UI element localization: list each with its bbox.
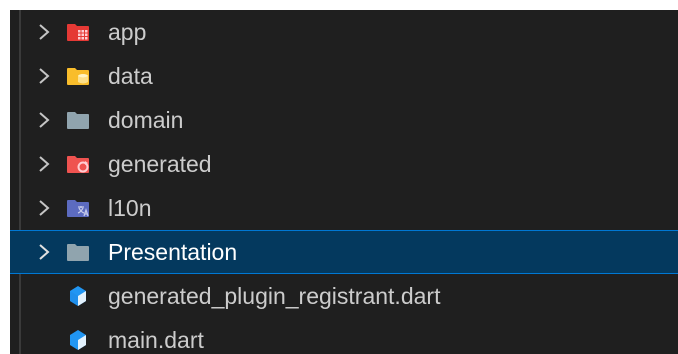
tree-item-label: app xyxy=(108,18,147,45)
generated-folder-icon xyxy=(66,154,90,174)
tree-item-generated-plugin-registrant[interactable]: generated_plugin_registrant.dart xyxy=(10,274,678,318)
folder-icon xyxy=(66,242,90,262)
chevron-right-icon[interactable] xyxy=(34,242,54,262)
chevron-right-icon[interactable] xyxy=(34,198,54,218)
tree-item-label: main.dart xyxy=(108,326,204,353)
dart-file-icon xyxy=(66,330,90,350)
data-folder-icon xyxy=(66,66,90,86)
chevron-right-icon[interactable] xyxy=(34,22,54,42)
tree-item-label: domain xyxy=(108,106,184,133)
tree-item-main-dart[interactable]: main.dart xyxy=(10,318,678,354)
tree-item-label: generated xyxy=(108,150,212,177)
chevron-right-icon[interactable] xyxy=(34,110,54,130)
folder-icon xyxy=(66,110,90,130)
tree-item-app[interactable]: app xyxy=(10,10,678,54)
tree-item-l10n[interactable]: l10n xyxy=(10,186,678,230)
tree-item-label: l10n xyxy=(108,194,152,221)
i18n-folder-icon xyxy=(66,198,90,218)
tree-item-label: Presentation xyxy=(108,238,238,265)
tree-item-generated[interactable]: generated xyxy=(10,142,678,186)
tree-item-presentation[interactable]: Presentation xyxy=(10,230,678,274)
tree-item-data[interactable]: data xyxy=(10,54,678,98)
chevron-right-icon[interactable] xyxy=(34,66,54,86)
app-folder-icon xyxy=(66,22,90,42)
chevron-right-icon[interactable] xyxy=(34,154,54,174)
tree-item-label: data xyxy=(108,62,153,89)
dart-file-icon xyxy=(66,286,90,306)
tree-item-label: generated_plugin_registrant.dart xyxy=(108,282,441,309)
file-explorer-tree: app data domain generated l10n Presentat… xyxy=(10,10,678,354)
tree-item-domain[interactable]: domain xyxy=(10,98,678,142)
